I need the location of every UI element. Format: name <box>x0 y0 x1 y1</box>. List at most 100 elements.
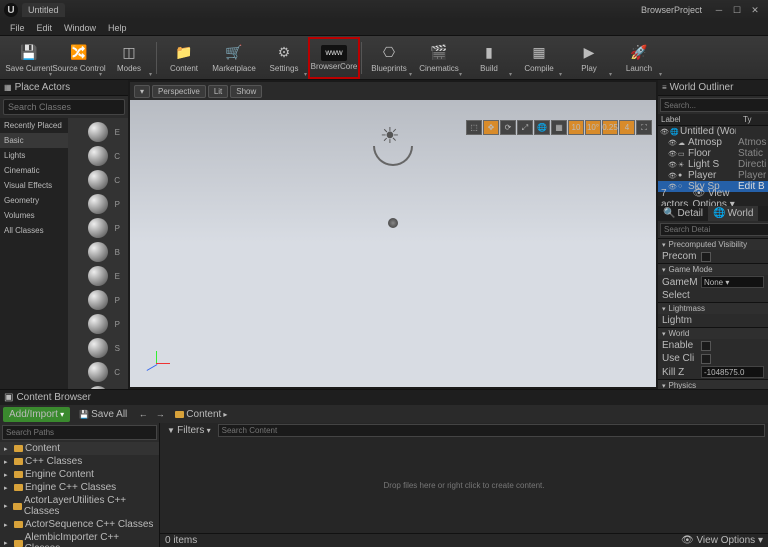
toolbar-play[interactable]: ▶ Play ▾ <box>564 38 614 78</box>
menu-help[interactable]: Help <box>102 23 133 33</box>
maximize-viewport-icon[interactable]: ⛶ <box>636 120 652 135</box>
select-mode-icon[interactable]: ⬚ <box>466 120 482 135</box>
checkbox[interactable] <box>701 341 711 351</box>
content-tree-node[interactable]: ▸ Content <box>0 442 159 455</box>
toolbar-content[interactable]: 📁 Content <box>159 38 209 78</box>
pa-cat-cinematic[interactable]: Cinematic <box>0 163 68 178</box>
surface-snap-icon[interactable]: ▦ <box>551 120 567 135</box>
show-button[interactable]: Show <box>230 85 262 98</box>
pa-cat-all-classes[interactable]: All Classes <box>0 223 68 238</box>
toolbar-launch[interactable]: 🚀 Launch ▾ <box>614 38 664 78</box>
visibility-icon[interactable]: 👁 <box>668 161 676 169</box>
outliner-row[interactable]: 👁 ☁ Atmosp Atmos <box>658 137 768 148</box>
save-all-button[interactable]: 💾 Save All <box>73 407 133 422</box>
place-actor-item[interactable]: C <box>84 146 112 166</box>
details-search[interactable] <box>660 223 768 236</box>
viewport-menu-button[interactable]: ▾ <box>134 85 150 98</box>
toolbar-settings[interactable]: ⚙ Settings ▾ <box>259 38 309 78</box>
content-view-options[interactable]: 👁 View Options ▾ <box>681 535 763 546</box>
content-tree-search[interactable]: Search Paths <box>2 425 157 440</box>
pa-cat-recently-placed[interactable]: Recently Placed <box>0 118 68 133</box>
viewport-canvas[interactable]: ⬚ ✥ ⟳ ⤢ 🌐 ▦ 10 10° 0.25 4 ⛶ <box>130 100 656 387</box>
expand-icon[interactable]: ▸ <box>4 502 11 510</box>
section-header[interactable]: Game Mode <box>658 264 768 275</box>
toolbar-source-control[interactable]: 🔀 Source Control ▾ <box>54 38 104 78</box>
section-header[interactable]: Precomputed Visibility <box>658 239 768 250</box>
content-browser-tab[interactable]: ▣ Content Browser <box>0 390 768 405</box>
outliner-row[interactable]: 👁 🌐 Untitled (World <box>658 126 768 137</box>
lit-button[interactable]: Lit <box>208 85 228 98</box>
minimize-button[interactable]: ─ <box>710 3 728 17</box>
section-header[interactable]: World <box>658 328 768 339</box>
angle-snap-value[interactable]: 10° <box>585 120 601 135</box>
expand-icon[interactable]: ▸ <box>4 458 12 466</box>
value-field[interactable]: -1048575.0 <box>701 366 764 378</box>
menu-file[interactable]: File <box>4 23 31 33</box>
content-tree-node[interactable]: ▸ ActorSequence C++ Classes <box>0 518 159 531</box>
pa-cat-visual-effects[interactable]: Visual Effects <box>0 178 68 193</box>
pa-cat-volumes[interactable]: Volumes <box>0 208 68 223</box>
path-content[interactable]: Content ▸ <box>170 407 232 422</box>
outliner-col-type[interactable]: Ty <box>740 114 768 125</box>
visibility-icon[interactable]: 👁 <box>660 128 668 136</box>
close-button[interactable]: ✕ <box>746 3 764 17</box>
maximize-button[interactable]: ☐ <box>728 3 746 17</box>
place-actor-item[interactable]: P <box>84 314 112 334</box>
outliner-search[interactable] <box>660 98 768 112</box>
place-actor-item[interactable]: E <box>84 266 112 286</box>
section-header[interactable]: Physics <box>658 380 768 389</box>
toolbar-blueprints[interactable]: ⎔ Blueprints ▾ <box>364 38 414 78</box>
checkbox[interactable] <box>701 252 711 262</box>
expand-icon[interactable]: ▸ <box>4 445 12 453</box>
outliner-col-label[interactable]: Label <box>658 114 740 125</box>
place-actor-item[interactable]: P <box>84 194 112 214</box>
visibility-icon[interactable]: 👁 <box>668 139 676 147</box>
translate-mode-icon[interactable]: ✥ <box>483 120 499 135</box>
combo[interactable]: None ▾ <box>701 276 764 288</box>
content-tree-node[interactable]: ▸ Engine Content <box>0 468 159 481</box>
pa-cat-lights[interactable]: Lights <box>0 148 68 163</box>
expand-icon[interactable]: ▸ <box>4 521 12 529</box>
pa-cat-geometry[interactable]: Geometry <box>0 193 68 208</box>
expand-icon[interactable]: ▸ <box>4 539 12 547</box>
visibility-icon[interactable]: 👁 <box>668 172 676 180</box>
place-actors-search[interactable]: Search Classes <box>3 99 125 115</box>
place-actor-item[interactable]: P <box>84 290 112 310</box>
perspective-button[interactable]: Perspective <box>152 85 206 98</box>
viewport[interactable]: ▾ Perspective Lit Show ⬚ ✥ ⟳ ⤢ 🌐 ▦ 10 10… <box>130 82 656 387</box>
scale-snap-value[interactable]: 0.25 <box>602 120 618 135</box>
content-tree-node[interactable]: ▸ C++ Classes <box>0 455 159 468</box>
camera-speed-value[interactable]: 4 <box>619 120 635 135</box>
pa-cat-basic[interactable]: Basic <box>0 133 68 148</box>
toolbar-modes[interactable]: ◫ Modes ▾ <box>104 38 154 78</box>
toolbar-cinematics[interactable]: 🎬 Cinematics ▾ <box>414 38 464 78</box>
toolbar-browsercore[interactable]: www BrowserCore <box>309 38 359 78</box>
outliner-row[interactable]: 👁 ☀ Light S Directi <box>658 159 768 170</box>
grid-snap-value[interactable]: 10 <box>568 120 584 135</box>
coord-space-icon[interactable]: 🌐 <box>534 120 550 135</box>
filters-button[interactable]: ▼ Filters ▾ <box>163 424 215 437</box>
tab-world[interactable]: 🌐World <box>708 206 758 221</box>
content-tree-node[interactable]: ▸ AlembicImporter C++ Classes <box>0 531 159 547</box>
menu-window[interactable]: Window <box>58 23 102 33</box>
scale-mode-icon[interactable]: ⤢ <box>517 120 533 135</box>
visibility-icon[interactable]: 👁 <box>668 150 676 158</box>
toolbar-build[interactable]: ▮ Build ▾ <box>464 38 514 78</box>
content-search[interactable] <box>218 424 765 437</box>
toolbar-save-current[interactable]: 💾 Save Current ▾ <box>4 38 54 78</box>
menu-edit[interactable]: Edit <box>31 23 59 33</box>
section-header[interactable]: Lightmass <box>658 303 768 314</box>
outliner-row[interactable]: 👁 ▭ Floor Static <box>658 148 768 159</box>
toolbar-marketplace[interactable]: 🛒 Marketplace <box>209 38 259 78</box>
nav-back-button[interactable]: ← <box>136 407 150 421</box>
tab-detail[interactable]: 🔍Detail <box>658 206 708 221</box>
expand-icon[interactable]: ▸ <box>4 484 12 492</box>
place-actor-item[interactable]: C <box>84 362 112 382</box>
toolbar-compile[interactable]: ▦ Compile ▾ <box>514 38 564 78</box>
place-actor-item[interactable]: S <box>84 338 112 358</box>
nav-forward-button[interactable]: → <box>153 407 167 421</box>
content-drop-area[interactable]: Drop files here or right click to create… <box>160 438 768 533</box>
outliner-row[interactable]: 👁 ● Player Player <box>658 170 768 181</box>
expand-icon[interactable]: ▸ <box>4 471 12 479</box>
checkbox[interactable] <box>701 354 711 364</box>
